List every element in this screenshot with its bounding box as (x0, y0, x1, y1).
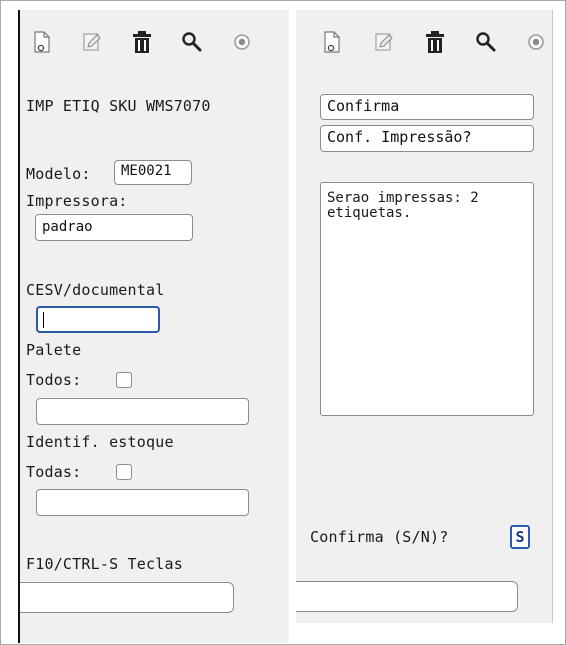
message-box: Serao impressas: 2 etiquetas. (320, 182, 534, 416)
identif-estoque-input[interactable] (36, 489, 249, 516)
forward-circle-icon[interactable] (228, 28, 256, 56)
new-document-icon[interactable] (318, 28, 346, 56)
conf-impressao-field: Conf. Impressão? (320, 125, 534, 152)
new-document-icon[interactable] (28, 28, 56, 56)
trash-icon[interactable] (421, 28, 449, 56)
impressora-label: Impressora: (26, 192, 128, 210)
right-panel: Confirma Conf. Impressão? Serao impressa… (296, 10, 553, 623)
palete-label: Palete (26, 341, 82, 359)
search-icon[interactable] (472, 28, 500, 56)
todos-checkbox[interactable] (116, 372, 132, 388)
right-command-input[interactable] (296, 581, 518, 612)
modelo-label: Modelo: (26, 165, 91, 183)
identif-estoque-label: Identif. estoque (26, 433, 174, 451)
footer-keys-label: F10/CTRL-S Teclas (26, 555, 183, 573)
screen-title: IMP ETIQ SKU WMS7070 (26, 97, 211, 115)
impressora-field[interactable]: padrao (35, 214, 193, 241)
text-cursor (43, 312, 44, 328)
left-command-input[interactable] (20, 582, 234, 613)
confirm-input[interactable]: S (510, 525, 530, 549)
todas-checkbox[interactable] (116, 464, 132, 480)
cesv-input[interactable] (36, 306, 160, 333)
edit-icon[interactable] (370, 28, 398, 56)
forward-circle-icon[interactable] (522, 28, 550, 56)
left-panel: IMP ETIQ SKU WMS7070 Modelo: ME0021 Impr… (18, 10, 289, 643)
right-toolbar (296, 10, 552, 72)
palete-input[interactable] (36, 398, 249, 425)
confirma-title-field: Confirma (320, 94, 534, 120)
edit-icon[interactable] (78, 28, 106, 56)
search-icon[interactable] (178, 28, 206, 56)
confirm-prompt-label: Confirma (S/N)? (310, 528, 449, 546)
left-toolbar (20, 10, 289, 72)
todos-label: Todos: (26, 371, 82, 389)
todas-label: Todas: (26, 463, 82, 481)
trash-icon[interactable] (128, 28, 156, 56)
modelo-field[interactable]: ME0021 (114, 160, 192, 185)
cesv-label: CESV/documental (26, 281, 165, 299)
